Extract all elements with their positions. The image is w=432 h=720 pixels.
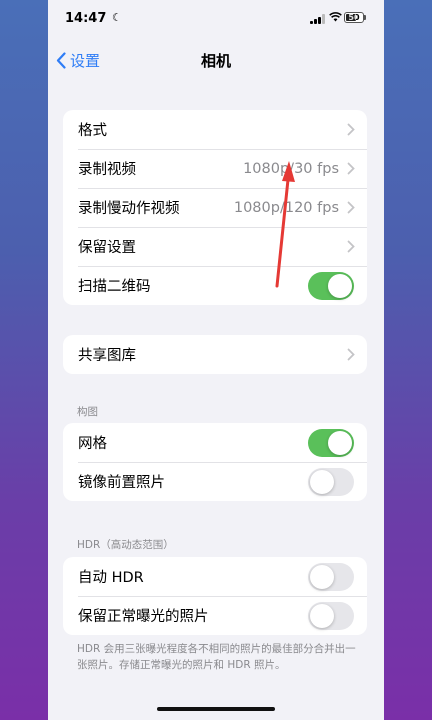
battery-level: 50 [348, 13, 360, 22]
page-title: 相机 [200, 52, 231, 70]
section-header-composition: 构图 [77, 406, 98, 418]
row-label: 自动 HDR [78, 570, 144, 586]
row-shared-library[interactable]: 共享图库 [63, 335, 367, 374]
row-label: 保留设置 [78, 240, 136, 256]
chevron-right-icon [347, 348, 355, 361]
row-grid: 网格 [63, 423, 367, 462]
row-label: 镜像前置照片 [78, 475, 165, 491]
grid-toggle[interactable] [308, 428, 354, 457]
mirror-front-toggle[interactable] [308, 467, 354, 496]
battery-icon: 50 [344, 12, 364, 23]
shared-library-group: 共享图库 [63, 335, 367, 374]
chevron-right-icon [347, 123, 355, 136]
chevron-right-icon [347, 162, 355, 175]
toggle-knob [310, 469, 334, 494]
chevron-right-icon [347, 240, 355, 253]
row-value: 1080p/120 fps [233, 199, 339, 216]
camera-settings-group: 格式 录制视频 1080p/30 fps 录制慢动作视频 1080p/120 f… [63, 110, 367, 305]
scan-qr-toggle[interactable] [308, 271, 354, 300]
chevron-right-icon [347, 201, 355, 214]
cellular-signal-icon [310, 14, 326, 24]
composition-group: 网格 镜像前置照片 [63, 423, 367, 501]
row-format[interactable]: 格式 [63, 110, 367, 149]
row-preserve-settings[interactable]: 保留设置 [63, 227, 367, 266]
status-bar: 14:47 ☾ 50 [48, 0, 384, 40]
row-label: 共享图库 [78, 348, 136, 364]
toggle-knob [328, 430, 352, 455]
navigation-bar: 设置 相机 [48, 44, 384, 76]
auto-hdr-toggle[interactable] [308, 562, 354, 591]
hdr-footer-note: HDR 会用三张曝光程度各不相同的照片的最佳部分合并出一张照片。存储正常曝光的照… [77, 643, 356, 671]
row-scan-qr: 扫描二维码 [63, 266, 367, 305]
hdr-group: 自动 HDR 保留正常曝光的照片 [63, 557, 367, 635]
row-label: 录制视频 [78, 162, 136, 178]
row-keep-normal-photo: 保留正常曝光的照片 [63, 596, 367, 635]
toggle-knob [310, 603, 334, 628]
row-record-slomo[interactable]: 录制慢动作视频 1080p/120 fps [63, 188, 367, 227]
settings-screen: 14:47 ☾ 50 设置 相机 格式 录制视频 1080p/30 fps 录制… [48, 0, 384, 720]
row-mirror-front: 镜像前置照片 [63, 462, 367, 501]
row-label: 格式 [78, 123, 107, 139]
row-label: 保留正常曝光的照片 [78, 609, 209, 625]
section-header-hdr: HDR（高动态范围） [77, 539, 174, 551]
toggle-knob [328, 273, 352, 298]
wifi-icon [329, 12, 342, 22]
row-label: 扫描二维码 [78, 279, 151, 295]
status-time: 14:47 [65, 11, 107, 26]
row-auto-hdr: 自动 HDR [63, 557, 367, 596]
battery-tip [364, 15, 366, 20]
row-label: 录制慢动作视频 [78, 201, 180, 217]
keep-normal-photo-toggle[interactable] [308, 601, 354, 630]
toggle-knob [310, 564, 334, 589]
focus-moon-icon: ☾ [112, 11, 122, 24]
home-indicator[interactable] [157, 707, 275, 711]
row-label: 网格 [78, 436, 107, 452]
row-value: 1080p/30 fps [243, 160, 339, 177]
row-record-video[interactable]: 录制视频 1080p/30 fps [63, 149, 367, 188]
